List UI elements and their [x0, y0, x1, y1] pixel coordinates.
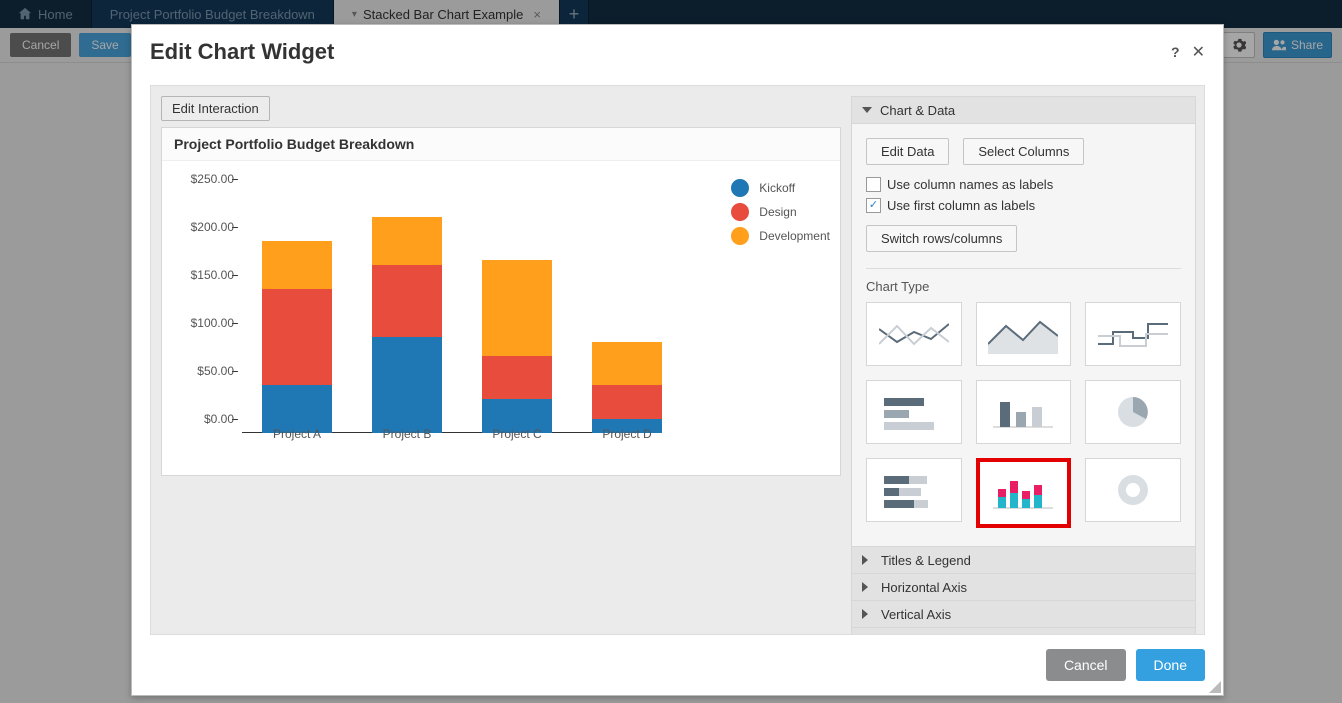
section-horizontal-axis[interactable]: Horizontal Axis: [852, 574, 1195, 601]
resize-handle[interactable]: [1207, 679, 1221, 693]
bar-stack: [372, 217, 442, 433]
chart-type-hbar[interactable]: [866, 380, 962, 444]
chart-title: Project Portfolio Budget Breakdown: [162, 128, 840, 161]
category-label: Project A: [252, 427, 342, 441]
chart-type-donut[interactable]: [1085, 458, 1181, 522]
edit-interaction-button[interactable]: Edit Interaction: [161, 96, 270, 121]
chevron-right-icon: [862, 582, 873, 592]
y-tick-label: $200.00: [184, 220, 234, 234]
chart-type-pie[interactable]: [1085, 380, 1181, 444]
y-tick-label: $250.00: [184, 172, 234, 186]
category-label: Project D: [582, 427, 672, 441]
checkbox-first-column-as-labels[interactable]: [866, 198, 881, 213]
section-titles-legend[interactable]: Titles & Legend: [852, 547, 1195, 574]
y-tick-label: $150.00: [184, 268, 234, 282]
legend-item: Development: [731, 227, 830, 245]
legend-item: Kickoff: [731, 179, 830, 197]
chart-type-vbar[interactable]: [976, 380, 1072, 444]
edit-chart-widget-modal: Edit Chart Widget ? ✕ Edit Interaction P…: [131, 24, 1224, 696]
modal-title: Edit Chart Widget: [150, 39, 334, 65]
modal-help-button[interactable]: ?: [1171, 44, 1180, 60]
category-label: Project B: [362, 427, 452, 441]
modal-done-button[interactable]: Done: [1136, 649, 1205, 681]
switch-rows-columns-button[interactable]: Switch rows/columns: [866, 225, 1017, 252]
bar-stack: [262, 241, 332, 433]
chevron-right-icon: [862, 555, 873, 565]
chart-type-line[interactable]: [866, 302, 962, 366]
chevron-down-icon: [862, 107, 872, 113]
section-series[interactable]: Series: [852, 628, 1195, 634]
category-label: Project C: [472, 427, 562, 441]
legend-swatch: [731, 179, 749, 197]
section-chart-and-data[interactable]: Chart & Data: [852, 97, 1195, 124]
legend-swatch: [731, 203, 749, 221]
chevron-right-icon: [862, 609, 873, 619]
chart-type-label: Chart Type: [866, 279, 1181, 294]
checkbox-column-names-label: Use column names as labels: [887, 177, 1053, 192]
section-vertical-axis[interactable]: Vertical Axis: [852, 601, 1195, 628]
chart-legend: Kickoff Design Development: [731, 179, 830, 251]
section-series-label: Series: [881, 634, 918, 635]
chart-preview-card: Project Portfolio Budget Breakdown Kicko…: [161, 127, 841, 476]
edit-data-button[interactable]: Edit Data: [866, 138, 949, 165]
select-columns-button[interactable]: Select Columns: [963, 138, 1084, 165]
chart-canvas: Kickoff Design Development $0.00 $50.00 $100…: [162, 161, 840, 475]
legend-label: Kickoff: [759, 181, 795, 195]
chart-type-step[interactable]: [1085, 302, 1181, 366]
legend-item: Design: [731, 203, 830, 221]
checkbox-first-column-label: Use first column as labels: [887, 198, 1035, 213]
bar-stack: [592, 342, 662, 433]
chart-type-stacked-vbar[interactable]: [976, 458, 1072, 528]
y-tick-label: $50.00: [184, 364, 234, 378]
modal-cancel-button[interactable]: Cancel: [1046, 649, 1126, 681]
legend-swatch: [731, 227, 749, 245]
y-tick-label: $100.00: [184, 316, 234, 330]
bar-stack: [482, 260, 552, 433]
section-haxis-label: Horizontal Axis: [881, 580, 967, 595]
section-chart-and-data-label: Chart & Data: [880, 103, 955, 118]
section-vaxis-label: Vertical Axis: [881, 607, 951, 622]
y-tick-label: $0.00: [184, 412, 234, 426]
legend-label: Design: [759, 205, 796, 219]
modal-close-button[interactable]: ✕: [1192, 42, 1205, 62]
section-titles-legend-label: Titles & Legend: [881, 553, 971, 568]
chart-type-stacked-hbar[interactable]: [866, 458, 962, 522]
chart-type-area[interactable]: [976, 302, 1072, 366]
legend-label: Development: [759, 229, 830, 243]
checkbox-column-names-as-labels[interactable]: [866, 177, 881, 192]
